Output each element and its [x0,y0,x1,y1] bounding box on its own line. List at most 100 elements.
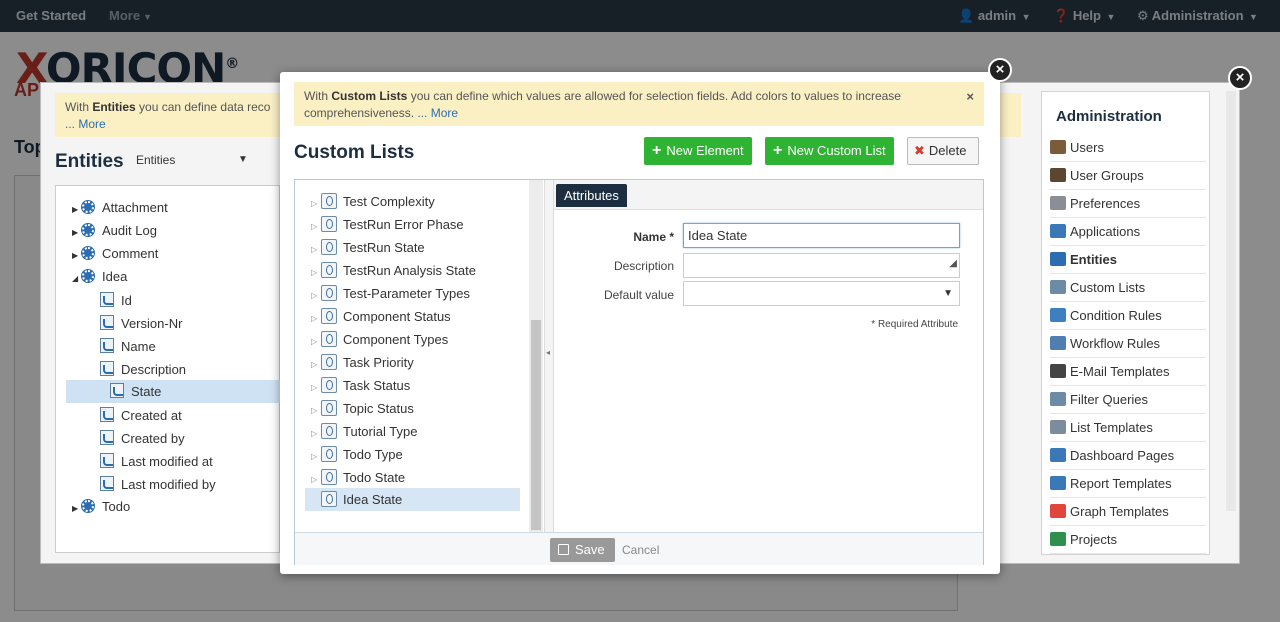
entity-tree-item[interactable]: ▶ Todo [72,499,130,514]
admin-item-label: Condition Rules [1070,308,1162,323]
custom-list-item[interactable]: ▷ TestRun Error Phase [311,216,464,232]
admin-item-e-mail-templates[interactable]: E-Mail Templates [1050,358,1206,386]
close-info-icon[interactable]: × [966,88,974,105]
custom-list-item[interactable]: ▷ Test Complexity [311,193,435,209]
delete-button[interactable]: ✖ Delete [907,137,979,165]
entity-field-item[interactable]: State [66,380,281,403]
custom-list-item[interactable]: ▷ Task Status [311,377,410,393]
entity-field-item[interactable]: Created by [100,430,185,446]
more-link[interactable]: ... More [65,117,106,131]
admin-item-user-groups[interactable]: User Groups [1050,162,1206,190]
entity-tree-item[interactable]: ▶ Audit Log [72,223,157,238]
caret-right-icon[interactable]: ▷ [311,199,321,208]
caret-right-icon[interactable]: ▷ [311,360,321,369]
description-field[interactable]: ◢ [683,253,960,278]
name-field[interactable]: Idea State [683,223,960,248]
entity-tree-item[interactable]: ◢ Idea [72,269,127,284]
caret-right-icon[interactable]: ▷ [311,291,321,300]
custom-list-label: TestRun Error Phase [343,217,464,232]
caret-right-icon[interactable]: ▷ [311,383,321,392]
custom-list-label: Todo Type [343,447,403,462]
admin-item-label: Preferences [1070,196,1141,211]
entities-selector[interactable]: Entities ▼ [136,153,248,167]
entity-field-item[interactable]: Last modified at [100,453,213,469]
entity-field-item[interactable]: Id [100,292,132,308]
pane-splitter[interactable]: ◂ [544,180,554,532]
admin-item-graph-templates[interactable]: Graph Templates [1050,498,1206,526]
caret-right-icon[interactable]: ▷ [311,429,321,438]
admin-item-users[interactable]: Users [1050,134,1206,162]
custom-list-label: Idea State [343,492,403,507]
admin-item-dashboard-pages[interactable]: Dashboard Pages [1050,442,1206,470]
caret-right-icon[interactable]: ▷ [311,337,321,346]
admin-item-condition-rules[interactable]: Condition Rules [1050,302,1206,330]
custom-lists-title: Custom Lists [294,142,415,163]
custom-list-item[interactable]: ▷ TestRun Analysis State [311,262,476,278]
close-custom-lists-dialog-button[interactable]: × [988,58,1012,82]
tree-item-label: Audit Log [102,223,157,238]
custom-list-item[interactable]: ▷ Todo State [311,469,405,485]
admin-item-list-templates[interactable]: List Templates [1050,414,1206,442]
custom-list-item[interactable]: ▷ Tutorial Type [311,423,417,439]
close-entities-dialog-button[interactable]: × [1228,66,1252,90]
caret-right-icon[interactable]: ▶ [72,251,82,260]
admin-item-preferences[interactable]: Preferences [1050,190,1206,218]
admin-item-report-templates[interactable]: Report Templates [1050,470,1206,498]
new-element-button[interactable]: + New Element [644,137,752,165]
entity-tree-item[interactable]: ▶ Attachment [72,200,168,215]
caret-right-icon[interactable]: ▶ [72,504,82,513]
admin-item-label: Filter Queries [1070,392,1149,407]
entity-tree-item[interactable]: ▶ Comment [72,246,158,261]
entity-field-item[interactable]: Version-Nr [100,315,182,331]
description-label: Description [613,259,674,273]
admin-item-entities[interactable]: Entities [1050,246,1206,274]
tree-item-label: Idea [102,269,128,284]
caret-right-icon[interactable]: ▷ [311,314,321,323]
admin-item-applications[interactable]: Applications [1050,218,1206,246]
entity-field-item[interactable]: Name [100,338,156,354]
admin-item-custom-lists[interactable]: Custom Lists [1050,274,1206,302]
default-value-select[interactable]: ▼ [683,281,960,306]
caret-right-icon[interactable]: ▷ [311,452,321,461]
tree-scrollbar-thumb[interactable] [531,320,541,530]
custom-list-icon [321,331,337,347]
custom-lists-frame: ▷ Test Complexity ▷ TestRun Error Phase ▷ Tes… [294,179,984,565]
custom-list-item[interactable]: ▷ Component Types [311,331,448,347]
resize-handle-icon[interactable]: ◢ [949,252,957,275]
field-icon [100,453,114,468]
custom-list-item[interactable]: ▷ Topic Status [311,400,414,416]
admin-item-workflow-rules[interactable]: Workflow Rules [1050,330,1206,358]
caret-right-icon[interactable]: ▷ [311,245,321,254]
entity-field-item[interactable]: Description [100,361,186,377]
caret-right-icon[interactable]: ▶ [72,205,82,214]
save-button[interactable]: Save [550,538,615,562]
tree-item-label: State [131,384,162,399]
caret-right-icon[interactable]: ▷ [311,406,321,415]
filter-icon [1050,392,1066,406]
cancel-button[interactable]: Cancel [622,543,659,557]
tab-attributes[interactable]: Attributes [556,184,627,207]
custom-list-label: TestRun Analysis State [343,263,476,278]
new-custom-list-button[interactable]: + New Custom List [765,137,894,165]
tree-scrollbar[interactable] [529,180,543,532]
caret-right-icon[interactable]: ▷ [311,475,321,484]
custom-list-item[interactable]: ▷ TestRun State [311,239,425,255]
caret-right-icon[interactable]: ▷ [311,222,321,231]
caret-down-icon[interactable]: ◢ [72,274,82,283]
admin-item-projects[interactable]: Projects [1050,526,1206,554]
custom-list-item[interactable]: ▷ Test-Parameter Types [311,285,470,301]
custom-list-item[interactable]: ▷ Task Priority [311,354,414,370]
custom-list-item-selected[interactable]: Idea State [305,488,520,511]
caret-right-icon[interactable]: ▶ [72,228,82,237]
admin-item-filter-queries[interactable]: Filter Queries [1050,386,1206,414]
entity-field-item[interactable]: Last modified by [100,476,216,492]
custom-list-item[interactable]: ▷ Todo Type [311,446,403,462]
custom-list-item[interactable]: ▷ Component Status [311,308,451,324]
save-label: Save [575,542,605,557]
tree-item-label: Todo [102,499,131,514]
field-icon [100,407,114,422]
more-link[interactable]: ... More [417,106,458,120]
entity-field-item[interactable]: Created at [100,407,182,423]
admin-scrollbar[interactable] [1226,91,1236,511]
caret-right-icon[interactable]: ▷ [311,268,321,277]
